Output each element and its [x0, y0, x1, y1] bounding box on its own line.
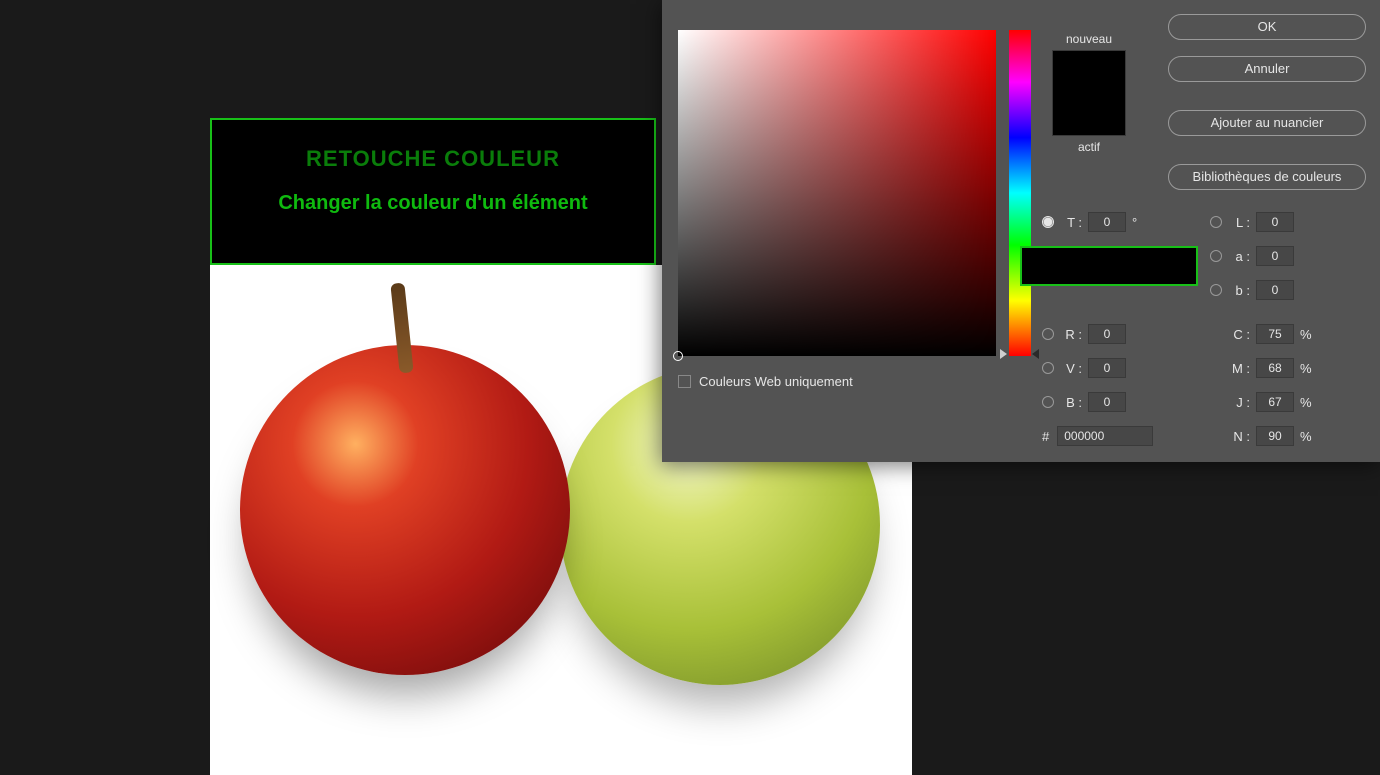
input-v[interactable]: 0	[1088, 358, 1126, 378]
unit-c: %	[1300, 327, 1316, 342]
radio-lab-b[interactable]	[1210, 284, 1222, 296]
input-j[interactable]: 67	[1256, 392, 1294, 412]
hex-prefix: #	[1042, 429, 1049, 444]
label-v: V :	[1060, 361, 1082, 376]
input-lab-l[interactable]: 0	[1256, 212, 1294, 232]
web-colors-only-label: Couleurs Web uniquement	[699, 374, 853, 389]
input-lab-b[interactable]: 0	[1256, 280, 1294, 300]
unit-m: %	[1300, 361, 1316, 376]
label-c: C :	[1228, 327, 1250, 342]
swatch-area: nouveau actif	[1044, 32, 1134, 154]
color-libraries-button[interactable]: Bibliothèques de couleurs	[1168, 164, 1366, 190]
label-m: M :	[1228, 361, 1250, 376]
checkbox-icon[interactable]	[678, 375, 691, 388]
label-lab-l: L :	[1228, 215, 1250, 230]
hue-arrow-right-icon[interactable]	[1032, 349, 1039, 359]
unit-n: %	[1300, 429, 1316, 444]
label-n: N :	[1228, 429, 1250, 444]
color-picker-dialog: nouveau actif OK Annuler Ajouter au nuan…	[662, 0, 1380, 462]
ok-button[interactable]: OK	[1168, 14, 1366, 40]
input-t[interactable]: 0	[1088, 212, 1126, 232]
hue-slider[interactable]	[1009, 30, 1031, 356]
input-c[interactable]: 75	[1256, 324, 1294, 344]
banner: RETOUCHE COULEUR Changer la couleur d'un…	[210, 118, 656, 265]
banner-title: RETOUCHE COULEUR	[212, 146, 654, 172]
label-lab-a: a :	[1228, 249, 1250, 264]
add-swatch-button[interactable]: Ajouter au nuancier	[1168, 110, 1366, 136]
color-swatch[interactable]	[1052, 50, 1126, 136]
input-m[interactable]: 68	[1256, 358, 1294, 378]
saturation-brightness-field[interactable]	[678, 30, 996, 356]
sb-cursor-icon[interactable]	[673, 351, 683, 361]
swatch-new-label: nouveau	[1044, 32, 1134, 46]
hex-input[interactable]: 000000	[1057, 426, 1153, 446]
label-b: B :	[1060, 395, 1082, 410]
radio-lab-a[interactable]	[1210, 250, 1222, 262]
radio-b[interactable]	[1042, 396, 1054, 408]
label-r: R :	[1060, 327, 1082, 342]
input-n[interactable]: 90	[1256, 426, 1294, 446]
apple-red	[240, 345, 570, 675]
banner-subtitle: Changer la couleur d'un élément	[212, 192, 654, 215]
radio-t[interactable]	[1042, 216, 1054, 228]
label-j: J :	[1228, 395, 1250, 410]
input-b[interactable]: 0	[1088, 392, 1126, 412]
radio-r[interactable]	[1042, 328, 1054, 340]
cancel-button[interactable]: Annuler	[1168, 56, 1366, 82]
hue-arrow-left-icon[interactable]	[1000, 349, 1007, 359]
tutorial-highlight	[1020, 246, 1198, 286]
unit-j: %	[1300, 395, 1316, 410]
swatch-current-label: actif	[1044, 140, 1134, 154]
input-lab-a[interactable]: 0	[1256, 246, 1294, 266]
radio-lab-l[interactable]	[1210, 216, 1222, 228]
unit-t: °	[1132, 215, 1148, 230]
radio-v[interactable]	[1042, 362, 1054, 374]
web-colors-only[interactable]: Couleurs Web uniquement	[678, 374, 853, 389]
label-t: T :	[1060, 215, 1082, 230]
label-lab-b: b :	[1228, 283, 1250, 298]
input-r[interactable]: 0	[1088, 324, 1126, 344]
